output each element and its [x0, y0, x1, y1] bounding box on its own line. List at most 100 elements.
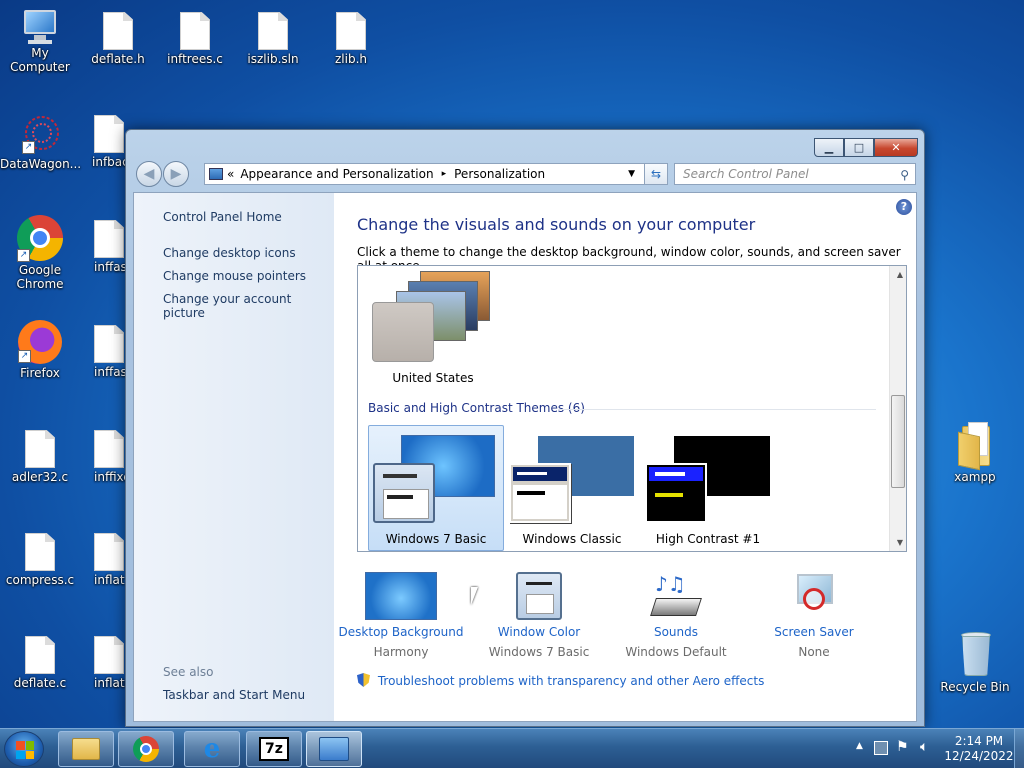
folder-icon [958, 422, 992, 471]
show-desktop-button[interactable] [1014, 729, 1024, 768]
sounds-setting[interactable]: ♪♫ Sounds Windows Default [606, 572, 746, 659]
content-area: Control Panel Home Change desktop icons … [133, 192, 917, 722]
file-icon [94, 636, 124, 674]
theme-label: Windows 7 Basic [385, 532, 487, 546]
minimize-button[interactable]: ▁ [814, 138, 844, 157]
back-button[interactable]: ◀ [136, 161, 162, 187]
control-panel-home-link[interactable]: Control Panel Home [163, 210, 282, 224]
high-contrast-window-preview [645, 463, 707, 523]
maximize-button[interactable]: □ [844, 138, 874, 157]
desktop-icon-inftrees-c[interactable]: inftrees.c [155, 12, 235, 66]
refresh-button[interactable]: ⇆ [644, 163, 668, 185]
computer-icon [20, 10, 60, 44]
theme-label: United States [392, 371, 474, 385]
desktop-icon-inffast-2[interactable]: inffas [72, 325, 132, 379]
taskbar-7zip[interactable]: 7z [246, 731, 302, 767]
address-bar[interactable]: « Appearance and Personalization ▸ Perso… [204, 163, 668, 185]
change-desktop-icons-link[interactable]: Change desktop icons [163, 246, 296, 260]
file-icon [103, 12, 133, 50]
breadcrumb-appearance[interactable]: Appearance and Personalization [240, 167, 433, 181]
desktop-background-setting[interactable]: Desktop Background Harmony [331, 572, 471, 659]
taskbar-control-panel[interactable] [306, 731, 362, 767]
scroll-up-icon[interactable]: ▲ [897, 270, 903, 279]
screen-saver-setting[interactable]: Screen Saver None [744, 572, 884, 659]
main-pane: ? Change the visuals and sounds on your … [334, 193, 916, 721]
address-dropdown-icon[interactable]: ▼ [628, 169, 635, 179]
troubleshoot-link[interactable]: Troubleshoot problems with transparency … [357, 673, 764, 688]
recycle-bin-icon [958, 630, 992, 678]
volume-icon[interactable]: 🔈︎ [920, 739, 928, 755]
show-hidden-icons-icon[interactable]: ▲ [856, 741, 863, 751]
desktop-icon-zlib-h[interactable]: zlib.h [311, 12, 391, 66]
desktop-icon-my-computer[interactable]: My Computer [0, 10, 80, 74]
network-icon[interactable] [874, 741, 888, 755]
theme-thumbnail [372, 302, 434, 362]
window-color-setting[interactable]: Window Color Windows 7 Basic [469, 572, 609, 659]
file-icon [25, 636, 55, 674]
see-also-heading: See also [163, 665, 214, 679]
file-icon [94, 430, 124, 468]
clock[interactable]: 2:14 PM 12/24/2022 [944, 734, 1014, 764]
desktop-icon-adler32[interactable]: adler32.c [0, 430, 80, 484]
file-icon [336, 12, 366, 50]
change-mouse-pointers-link[interactable]: Change mouse pointers [163, 269, 306, 283]
theme-list-scrollbar[interactable]: ▲ ▼ [889, 266, 906, 551]
left-pane: Control Panel Home Change desktop icons … [134, 193, 334, 721]
desktop-icon-deflate-h[interactable]: deflate.h [78, 12, 158, 66]
shield-icon [357, 673, 370, 687]
file-icon [94, 220, 124, 258]
desktop-icon-infback[interactable]: infbac [72, 115, 132, 169]
file-icon [180, 12, 210, 50]
desktop-icon-recycle-bin[interactable]: Recycle Bin [935, 630, 1015, 694]
desktop-background-icon [365, 572, 437, 620]
desktop-icon-xampp[interactable]: xampp [935, 422, 1015, 484]
start-button[interactable] [4, 731, 44, 767]
taskbar-start-menu-link[interactable]: Taskbar and Start Menu [163, 688, 305, 702]
sounds-icon: ♪♫ [650, 572, 702, 620]
control-panel-icon [209, 168, 223, 180]
chrome-icon: ↗ [17, 215, 63, 262]
taskbar-chrome[interactable] [118, 731, 174, 767]
change-account-picture-link[interactable]: Change your account picture [163, 292, 334, 320]
scrollbar-thumb[interactable] [891, 395, 905, 488]
theme-label: High Contrast #1 [655, 532, 761, 546]
page-title: Change the visuals and sounds on your co… [357, 215, 756, 234]
desktop-icon-inffixed[interactable]: inffixe [72, 430, 132, 484]
taskbar-explorer[interactable] [58, 731, 114, 767]
chrome-icon [133, 736, 159, 762]
navigation-bar: ◀ ▶ « Appearance and Personalization ▸ P… [134, 161, 916, 187]
desktop-icon-datawagon[interactable]: ↗ DataWagon... [0, 115, 81, 171]
window-color-icon [516, 572, 562, 620]
theme-label: Windows Classic [522, 532, 622, 546]
taskbar-internet-explorer[interactable]: e [184, 731, 240, 767]
desktop-icon-inflate-2[interactable]: inflate [72, 636, 132, 690]
datawagon-icon: ↗ [20, 115, 60, 155]
file-icon [94, 533, 124, 571]
ie-icon: e [203, 734, 221, 764]
breadcrumb-personalization[interactable]: Personalization [454, 167, 545, 181]
desktop-icon-compress[interactable]: compress.c [0, 533, 80, 587]
scroll-down-icon[interactable]: ▼ [897, 538, 903, 547]
folder-icon [72, 738, 100, 760]
breadcrumb-separator-icon[interactable]: ▸ [442, 169, 447, 179]
desktop-icon-firefox[interactable]: ↗ Firefox [0, 320, 80, 380]
system-tray: ▲ ⚑ 🔈︎ 2:14 PM 12/24/2022 [834, 729, 1024, 768]
theme-united-states[interactable]: United States [368, 269, 498, 389]
desktop-icon-google-chrome[interactable]: ↗ Google Chrome [0, 215, 80, 291]
forward-button[interactable]: ▶ [163, 161, 189, 187]
desktop-icon-iszlib-sln[interactable]: iszlib.sln [233, 12, 313, 66]
search-input[interactable]: Search Control Panel ⚲ [674, 163, 916, 185]
help-icon[interactable]: ? [896, 199, 912, 215]
desktop-icon-inffast[interactable]: inffas [72, 220, 132, 274]
file-icon [94, 325, 124, 363]
firefox-icon: ↗ [18, 320, 62, 364]
taskbar: e 7z ▲ ⚑ 🔈︎ 2:14 PM 12/24/2022 [0, 728, 1024, 768]
7zip-icon: 7z [259, 737, 289, 761]
desktop-icon-inflate[interactable]: inflat [72, 533, 132, 587]
theme-list: United States Basic and High Contrast Th… [357, 265, 907, 552]
caption-buttons: ▁ □ ✕ [814, 130, 918, 157]
desktop-icon-deflate-c[interactable]: deflate.c [0, 636, 80, 690]
close-button[interactable]: ✕ [874, 138, 918, 157]
flag-warning-icon[interactable]: ⚑ [896, 739, 909, 755]
search-icon[interactable]: ⚲ [900, 165, 909, 185]
